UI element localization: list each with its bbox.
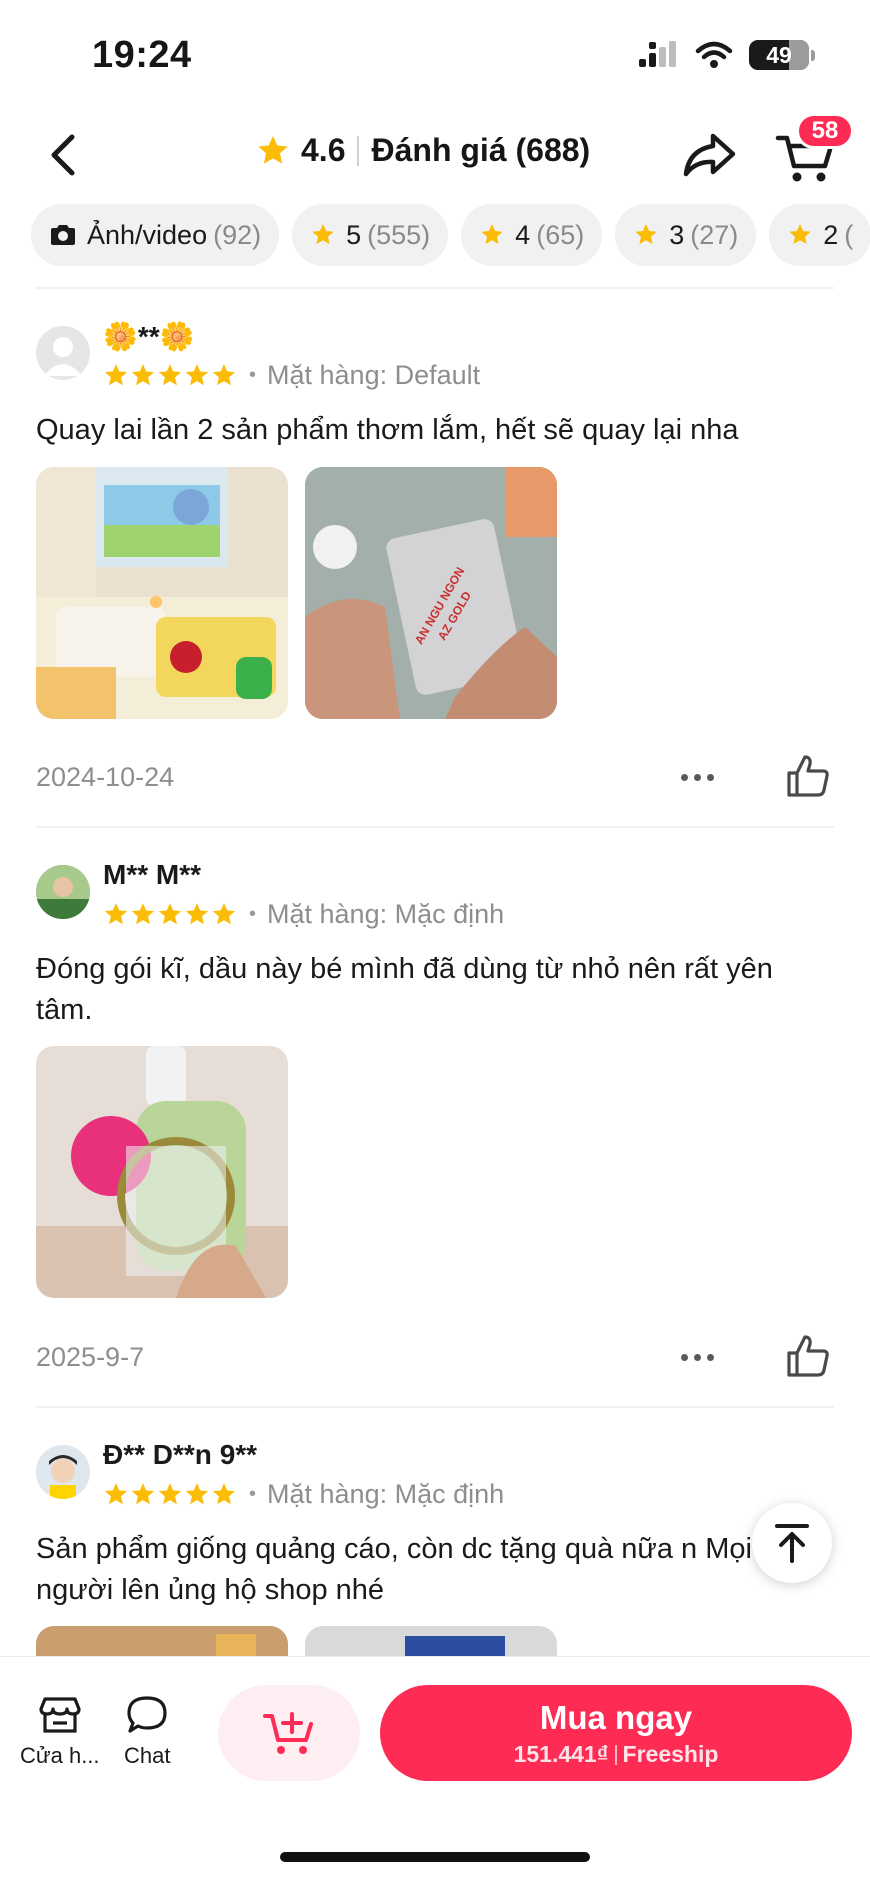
signal-icon xyxy=(639,41,676,67)
review-text: Quay lai lần 2 sản phẩm thơm lắm, hết sẽ… xyxy=(36,414,739,446)
bottom-action-bar: Cửa h... Chat Mua ngay 151.441₫ Freeship xyxy=(0,1656,870,1883)
shop-button[interactable]: Cửa h... xyxy=(20,1695,100,1769)
more-options-button[interactable] xyxy=(672,1342,722,1372)
star-icon xyxy=(258,135,288,164)
five-stars-icon xyxy=(104,1482,235,1504)
variant-label: Mặt hàng: Mặc định xyxy=(267,1479,505,1509)
filter-chip-3-star[interactable]: 3 (27) xyxy=(615,204,757,266)
status-bar: 19:24 49 xyxy=(0,0,870,110)
buy-now-button[interactable]: Mua ngay 151.441₫ Freeship xyxy=(380,1685,852,1781)
battery-indicator: 49 xyxy=(749,40,809,70)
filter-chip-2-star[interactable]: 2 ( xyxy=(769,204,870,266)
thumbs-up-icon xyxy=(787,1335,829,1377)
add-to-cart-button[interactable] xyxy=(218,1685,360,1781)
rating-row: • Mặt hàng: Mặc định xyxy=(103,1479,504,1510)
five-stars-icon xyxy=(104,363,235,385)
reviewer-name: M** M** xyxy=(103,859,202,890)
filter-chip-5-star[interactable]: 5 (555) xyxy=(292,204,449,266)
filter-chip-media[interactable]: Ảnh/video (92) xyxy=(31,204,280,266)
share-icon xyxy=(683,133,736,177)
reviewer-name: 🌼**🌼 xyxy=(103,321,195,352)
divider xyxy=(36,287,834,289)
review-date: 2024-10-24 xyxy=(36,762,175,792)
star-icon xyxy=(789,224,811,245)
review-photo-gift[interactable] xyxy=(305,1626,557,1656)
share-button[interactable] xyxy=(680,128,738,182)
page-title: 4.6 Đánh giá (688) xyxy=(255,132,590,169)
divider xyxy=(36,826,834,828)
home-indicator xyxy=(280,1852,590,1862)
star-rating xyxy=(103,1482,235,1508)
star-icon xyxy=(481,224,503,245)
arrow-up-icon xyxy=(775,1524,809,1563)
chevron-left-icon xyxy=(51,134,75,176)
avatar[interactable] xyxy=(36,865,90,919)
rating-score: 4.6 xyxy=(301,132,346,168)
chat-bubble-icon xyxy=(127,1696,167,1733)
rating-filter-bar: Ảnh/video (92) 5 (555) 4 (65) 3 (27) 2 ( xyxy=(0,204,870,266)
review-photo-pill-blister[interactable]: AN NGU NGON AZ GOLD xyxy=(305,467,557,719)
variant-label: Mặt hàng: Default xyxy=(267,360,481,390)
chat-button[interactable]: Chat xyxy=(124,1695,170,1769)
like-button[interactable] xyxy=(785,1333,835,1383)
camera-icon xyxy=(51,225,75,245)
star-icon xyxy=(312,224,334,245)
rating-row: • Mặt hàng: Mặc định xyxy=(103,899,504,930)
filter-chip-4-star[interactable]: 4 (65) xyxy=(461,204,603,266)
rating-row: • Mặt hàng: Default xyxy=(103,360,480,391)
review-date: 2025-9-7 xyxy=(36,1342,145,1372)
star-icon xyxy=(635,224,657,245)
review-photo-package[interactable] xyxy=(36,1626,288,1656)
price-shipping: 151.441₫ Freeship xyxy=(513,1740,719,1767)
star-rating xyxy=(103,363,235,389)
back-button[interactable] xyxy=(38,130,88,180)
status-time: 19:24 xyxy=(92,34,192,76)
like-button[interactable] xyxy=(785,753,835,803)
star-rating xyxy=(103,902,235,928)
default-avatar-icon xyxy=(44,337,82,376)
avatar[interactable] xyxy=(36,326,90,380)
review-photo-oil-bottle[interactable] xyxy=(36,1046,288,1298)
review-text: Sản phẩm giống quảng cáo, còn dc tặng qu… xyxy=(36,1533,752,1606)
cart-count-badge: 58 xyxy=(796,113,854,149)
variant-label: Mặt hàng: Mặc định xyxy=(267,899,505,929)
status-icons: 49 xyxy=(639,40,815,70)
thumbs-up-icon xyxy=(787,755,829,797)
review-photo-kids-room[interactable] xyxy=(36,467,288,719)
review-text: Đóng gói kĩ, dầu này bé mình đã dùng từ … xyxy=(36,953,773,1026)
cart-plus-icon xyxy=(263,1712,313,1754)
wifi-icon xyxy=(695,41,733,68)
reviewer-name: Đ** D**n 9** xyxy=(103,1439,258,1470)
avatar[interactable] xyxy=(36,1445,90,1499)
header: 4.6 Đánh giá (688) 58 xyxy=(0,110,870,200)
reviews-heading: Đánh giá (688) xyxy=(371,132,591,168)
divider xyxy=(36,1406,834,1408)
five-stars-icon xyxy=(104,902,235,924)
store-icon xyxy=(39,1697,81,1733)
more-options-button[interactable] xyxy=(672,762,722,792)
scroll-to-top-button[interactable] xyxy=(752,1503,832,1583)
